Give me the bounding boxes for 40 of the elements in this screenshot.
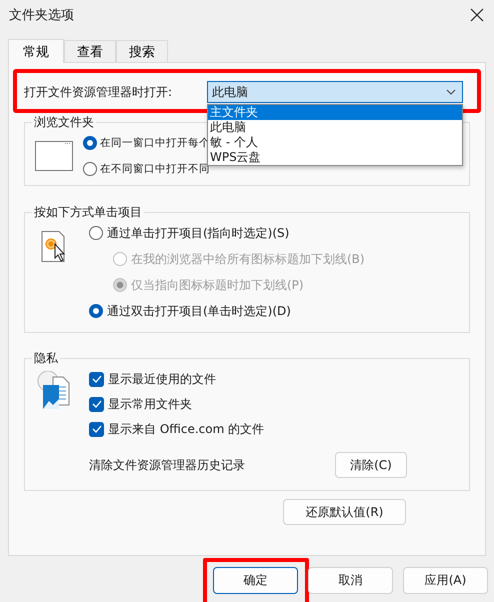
option-label: 仅当指向图标标题时加下划线(P)	[131, 276, 304, 294]
radio-button[interactable]	[89, 226, 103, 240]
dropdown-field[interactable]: 此电脑	[207, 81, 463, 103]
window-title: 文件夹选项	[9, 7, 74, 24]
checkbox-label: 显示来自 Office.com 的文件	[108, 420, 264, 438]
tab[interactable]: 搜索	[116, 40, 168, 62]
dialog-button[interactable]: 应用(A)	[403, 567, 488, 594]
dropdown-option[interactable]: 此电脑	[208, 120, 462, 135]
option-label: 通过双击打开项目(单击时选定)(D)	[107, 302, 291, 320]
restore-defaults-button[interactable]: 还原默认值(R)	[283, 499, 406, 525]
clear-button[interactable]: 清除(C)	[335, 452, 407, 478]
checkmark-icon	[92, 400, 102, 408]
radio-button[interactable]	[83, 162, 97, 176]
dropdown-option[interactable]: WPS云盘	[208, 150, 462, 165]
group-title: 浏览文件夹	[33, 114, 95, 131]
radio-button[interactable]	[83, 136, 97, 150]
checkmark-icon	[92, 425, 102, 433]
checkbox[interactable]	[89, 372, 104, 386]
click-cursor-icon	[41, 231, 67, 263]
dialog-button[interactable]: 确定	[213, 567, 298, 594]
dropdown-option[interactable]: 敏 - 个人	[208, 135, 462, 150]
radio-button[interactable]	[89, 304, 103, 318]
chevron-icon	[446, 89, 456, 95]
group-title: 隐私	[33, 350, 59, 367]
tab[interactable]: 常规	[8, 39, 64, 63]
option-label: 在我的浏览器中给所有图标标题加下划线(B)	[131, 250, 365, 268]
clear-history-label: 清除文件资源管理器历史记录	[89, 456, 245, 474]
checkmark-icon	[92, 375, 102, 383]
checkbox[interactable]	[89, 422, 104, 436]
group-title: 按如下方式单击项目	[33, 204, 143, 221]
close-icon[interactable]	[470, 8, 484, 22]
tab[interactable]: 查看	[64, 40, 116, 62]
checkbox-label: 显示最近使用的文件	[108, 370, 216, 388]
checkbox[interactable]	[89, 396, 104, 412]
window-icon	[35, 141, 73, 171]
option-label: 通过单击打开项目(指向时选定)(S)	[107, 224, 290, 242]
field-label: 打开文件资源管理器时打开:	[24, 84, 172, 100]
checkbox-label: 显示常用文件夹	[108, 396, 192, 412]
dialog-button[interactable]: 取消	[308, 567, 393, 594]
dropdown-option[interactable]: 主文件夹	[208, 105, 462, 120]
